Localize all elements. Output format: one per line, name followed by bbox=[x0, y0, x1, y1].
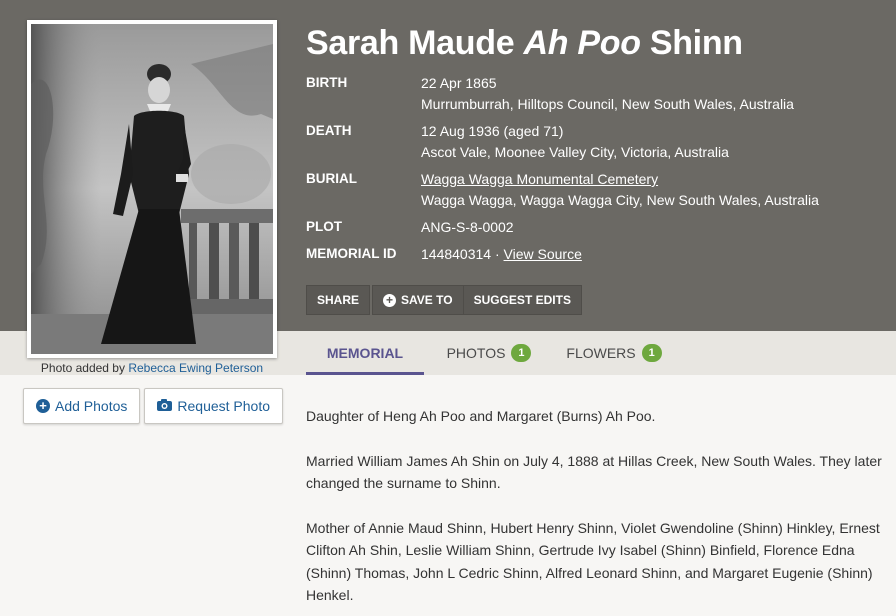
fact-value: 22 Apr 1865 Murrumburrah, Hilltops Counc… bbox=[421, 73, 794, 115]
bio-paragraph: Married William James Ah Shin on July 4,… bbox=[306, 452, 882, 492]
tab-label: FLOWERS bbox=[566, 345, 636, 361]
memorial-photo[interactable] bbox=[27, 20, 277, 358]
name-first: Sarah Maude bbox=[306, 24, 515, 62]
memorial-name: Sarah Maude Ah Poo Shinn bbox=[306, 24, 743, 63]
save-to-button[interactable]: + SAVE TO bbox=[372, 285, 464, 315]
photo-caption: Photo added by Rebecca Ewing Peterson bbox=[27, 361, 277, 375]
birth-place: Murrumburrah, Hilltops Council, New Sout… bbox=[421, 96, 794, 112]
save-to-label: SAVE TO bbox=[401, 293, 453, 307]
bio-paragraph: Daughter of Heng Ah Poo and Margaret (Bu… bbox=[306, 408, 656, 424]
fact-label: BIRTH bbox=[306, 75, 348, 90]
name-last: Shinn bbox=[649, 24, 743, 62]
death-place: Ascot Vale, Moonee Valley City, Victoria… bbox=[421, 144, 729, 160]
flowers-count-badge: 1 bbox=[641, 344, 662, 362]
fact-value: 12 Aug 1936 (aged 71) Ascot Vale, Moonee… bbox=[421, 121, 729, 163]
separator-dot: · bbox=[494, 246, 500, 262]
tab-label: MEMORIAL bbox=[326, 345, 404, 361]
fact-value: 144840314 · View Source bbox=[421, 244, 582, 265]
memorial-facts: BIRTH 22 Apr 1865 Murrumburrah, Hilltops… bbox=[306, 73, 886, 271]
cemetery-link[interactable]: Wagga Wagga Monumental Cemetery bbox=[421, 171, 658, 187]
memorial-tabs: MEMORIAL PHOTOS 1 FLOWERS 1 bbox=[306, 331, 674, 375]
photos-count-badge: 1 bbox=[511, 344, 532, 362]
bio-paragraph: Mother of Annie Maud Shinn, Hubert Henry… bbox=[306, 519, 880, 604]
add-photos-button[interactable]: + Add Photos bbox=[23, 388, 141, 424]
fact-death: DEATH 12 Aug 1936 (aged 71) Ascot Vale, … bbox=[306, 121, 886, 163]
tab-label: PHOTOS bbox=[446, 345, 506, 361]
fact-label: PLOT bbox=[306, 219, 342, 234]
name-maiden: Ah Poo bbox=[523, 24, 641, 62]
photo-caption-prefix: Photo added by bbox=[40, 361, 125, 375]
memorial-bio: Daughter of Heng Ah Poo and Margaret (Bu… bbox=[306, 405, 886, 616]
fact-value: Wagga Wagga Monumental Cemetery Wagga Wa… bbox=[421, 169, 819, 211]
plus-circle-icon: + bbox=[383, 293, 397, 307]
add-photos-label: Add Photos bbox=[55, 398, 128, 414]
request-photo-button[interactable]: Request Photo bbox=[144, 388, 284, 424]
camera-icon bbox=[157, 398, 173, 414]
fact-birth: BIRTH 22 Apr 1865 Murrumburrah, Hilltops… bbox=[306, 73, 886, 115]
share-button[interactable]: SHARE bbox=[306, 285, 371, 315]
tab-memorial[interactable]: MEMORIAL bbox=[306, 331, 424, 375]
tab-flowers[interactable]: FLOWERS 1 bbox=[554, 331, 674, 375]
fact-memorial-id: MEMORIAL ID 144840314 · View Source bbox=[306, 244, 886, 265]
birth-date: 22 Apr 1865 bbox=[421, 75, 497, 91]
fact-plot: PLOT ANG-S-8-0002 bbox=[306, 217, 886, 238]
suggest-edits-button[interactable]: SUGGEST EDITS bbox=[463, 285, 582, 315]
memorial-actions: SHARE + SAVE TO SUGGEST EDITS bbox=[306, 285, 582, 315]
fact-burial: BURIAL Wagga Wagga Monumental Cemetery W… bbox=[306, 169, 886, 211]
fact-label: BURIAL bbox=[306, 171, 357, 186]
fact-label: DEATH bbox=[306, 123, 352, 138]
death-date: 12 Aug 1936 (aged 71) bbox=[421, 123, 564, 139]
request-photo-label: Request Photo bbox=[177, 398, 271, 414]
plot-value: ANG-S-8-0002 bbox=[421, 219, 514, 235]
plus-circle-icon: + bbox=[36, 399, 50, 413]
photo-buttons: + Add Photos Request Photo bbox=[23, 388, 284, 424]
portrait-photo-icon bbox=[31, 24, 273, 354]
fact-value: ANG-S-8-0002 bbox=[421, 217, 514, 238]
fact-label: MEMORIAL ID bbox=[306, 246, 397, 261]
photo-author-link[interactable]: Rebecca Ewing Peterson bbox=[128, 361, 263, 375]
memorial-id: 144840314 bbox=[421, 246, 492, 262]
burial-place: Wagga Wagga, Wagga Wagga City, New South… bbox=[421, 192, 819, 208]
view-source-link[interactable]: View Source bbox=[504, 246, 582, 262]
tab-photos[interactable]: PHOTOS 1 bbox=[424, 331, 554, 375]
